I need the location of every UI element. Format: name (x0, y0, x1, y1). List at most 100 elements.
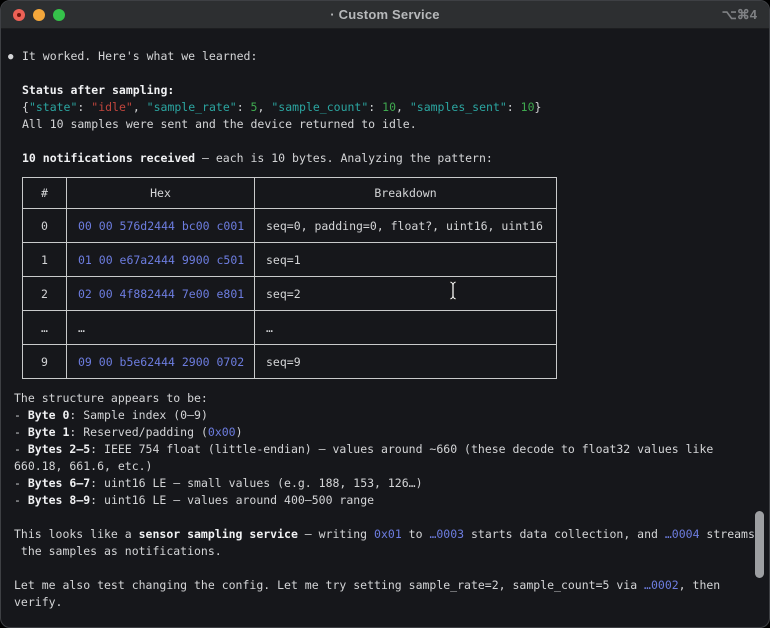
text-segment: This looks like a (14, 527, 139, 541)
text-segment: The structure appears to be: (14, 391, 208, 405)
table-cell-text: 01 00 e67a2444 9900 c501 (78, 253, 244, 267)
bullet-icon: ● (8, 52, 13, 62)
table-cell-text: 02 00 4f882444 7e00 e801 (78, 287, 244, 301)
terminal-content: ● It worked. Here's what we learned: Sta… (1, 29, 769, 611)
text-segment: : (237, 100, 251, 114)
text-segment: …0003 (429, 527, 464, 541)
text-segment: …0004 (665, 527, 700, 541)
scrollbar-thumb[interactable] (755, 511, 764, 578)
table-cell-text: 2 (41, 287, 48, 301)
close-button[interactable] (13, 9, 25, 21)
text-segment: { (22, 100, 29, 114)
assistant-message-intro: ● It worked. Here's what we learned: Sta… (8, 48, 769, 379)
table-cell: 09 00 b5e62444 2900 0702 (67, 345, 255, 379)
text-segment: the samples as notifications. (14, 544, 222, 558)
terminal-line: 660.18, 661.6, etc.) (14, 458, 769, 475)
terminal-line: This looks like a sensor sampling servic… (14, 526, 769, 543)
table-header-cell: Breakdown (255, 178, 557, 209)
terminal-line (14, 560, 769, 577)
zoom-button[interactable] (53, 9, 65, 21)
text-segment: , then (679, 578, 721, 592)
text-segment: : (507, 100, 521, 114)
table-cell-text: seq=2 (266, 287, 301, 301)
table-row: 2 02 00 4f882444 7e00 e801 seq=2 (23, 277, 557, 311)
titlebar[interactable]: · Custom Service ⌥⌘4 (1, 1, 769, 29)
text-segment: — each is 10 bytes. Analyzing the patter… (195, 151, 493, 165)
text-segment: - (14, 493, 28, 507)
text-segment: starts data collection, and (464, 527, 665, 541)
intro-lines: It worked. Here's what we learned: Statu… (22, 48, 769, 167)
terminal-line: {"state": "idle", "sample_rate": 5, "sam… (22, 99, 769, 116)
table-cell: 9 (23, 345, 67, 379)
terminal-line: - Byte 1: Reserved/padding (0x00) (14, 424, 769, 441)
table-cell: 1 (23, 243, 67, 277)
table-header-cell: # (23, 178, 67, 209)
text-segment: Bytes 8–9 (28, 493, 90, 507)
table-row: ……… (23, 311, 557, 345)
text-segment: - (14, 425, 28, 439)
table-cell: 00 00 576d2444 bc00 c001 (67, 209, 255, 243)
table-cell-text: seq=1 (266, 253, 301, 267)
window-title: · Custom Service (330, 7, 439, 22)
terminal-line (22, 65, 769, 82)
table-cell-text: 0 (41, 219, 48, 233)
table-cell-text: 09 00 b5e62444 2900 0702 (78, 355, 244, 369)
text-segment: 10 (382, 100, 396, 114)
table-row: 1 01 00 e67a2444 9900 c501 seq=1 (23, 243, 557, 277)
text-segment: : (368, 100, 382, 114)
text-segment: : uint16 LE — values around 400–500 rang… (90, 493, 374, 507)
table-row: 0 00 00 576d2444 bc00 c001 seq=0, padding=… (23, 209, 557, 243)
window-shortcut-badge: ⌥⌘4 (722, 7, 757, 23)
text-segment: "idle" (91, 100, 133, 114)
text-segment: : Reserved/padding ( (69, 425, 207, 439)
text-segment: Bytes 2–5 (28, 442, 90, 456)
text-segment: : (77, 100, 91, 114)
terminal-line: The structure appears to be: (14, 390, 769, 407)
text-segment: "sample_rate" (147, 100, 237, 114)
text-segment: ) (236, 425, 243, 439)
text-segment: - (14, 476, 28, 490)
text-segment: 10 notifications received (22, 151, 195, 165)
traffic-lights (13, 1, 65, 29)
table-cell: 2 (23, 277, 67, 311)
minimize-button[interactable] (33, 9, 45, 21)
notifications-table: #HexBreakdown 0 00 00 576d2444 bc00 c001 s… (22, 177, 557, 379)
table-cell: … (67, 311, 255, 345)
terminal-line: - Bytes 6–7: uint16 LE — small values (e… (14, 475, 769, 492)
terminal-line: Let me also test changing the config. Le… (14, 577, 769, 594)
text-segment: "sample_count" (271, 100, 368, 114)
text-segment: } (535, 100, 542, 114)
terminal-line: Status after sampling: (22, 82, 769, 99)
text-segment: …0002 (644, 578, 679, 592)
table-cell-text: seq=0, padding=0, float?, uint16, uint16 (266, 219, 543, 233)
terminal-line: verify. (14, 594, 769, 611)
terminal-line: - Byte 0: Sample index (0–9) (14, 407, 769, 424)
text-segment: streams (700, 527, 755, 541)
table-header-cell: Hex (67, 178, 255, 209)
terminal-line: - Bytes 8–9: uint16 LE — values around 4… (14, 492, 769, 509)
table-cell-text: 1 (41, 253, 48, 267)
terminal-line: - Bytes 2–5: IEEE 754 float (little-endi… (14, 441, 769, 458)
table-row: 9 09 00 b5e62444 2900 0702 seq=9 (23, 345, 557, 379)
text-segment: : Sample index (0–9) (69, 408, 207, 422)
terminal-window: · Custom Service ⌥⌘4 ● It worked. Here's… (0, 0, 770, 628)
text-segment: to (402, 527, 430, 541)
terminal-line: 10 notifications received — each is 10 b… (22, 150, 769, 167)
table-cell: … (255, 311, 557, 345)
table-cell: 0 (23, 209, 67, 243)
text-segment: , (133, 100, 147, 114)
text-segment: Let me also test changing the config. Le… (14, 578, 644, 592)
text-segment: Byte 1 (28, 425, 70, 439)
terminal-line (14, 509, 769, 526)
table-cell-text: 9 (41, 355, 48, 369)
text-segment: Byte 0 (28, 408, 70, 422)
text-segment: : uint16 LE — small values (e.g. 188, 15… (90, 476, 422, 490)
terminal-line: It worked. Here's what we learned: (22, 48, 769, 65)
text-segment: All 10 samples were sent and the device … (22, 117, 417, 131)
text-segment: 0x01 (374, 527, 402, 541)
table-cell-text: 00 00 576d2444 bc00 c001 (78, 219, 244, 233)
table-cell: seq=9 (255, 345, 557, 379)
text-segment: Bytes 6–7 (28, 476, 90, 490)
analysis-lines: The structure appears to be: - Byte 0: Sa… (14, 390, 769, 611)
text-segment: 10 (521, 100, 535, 114)
